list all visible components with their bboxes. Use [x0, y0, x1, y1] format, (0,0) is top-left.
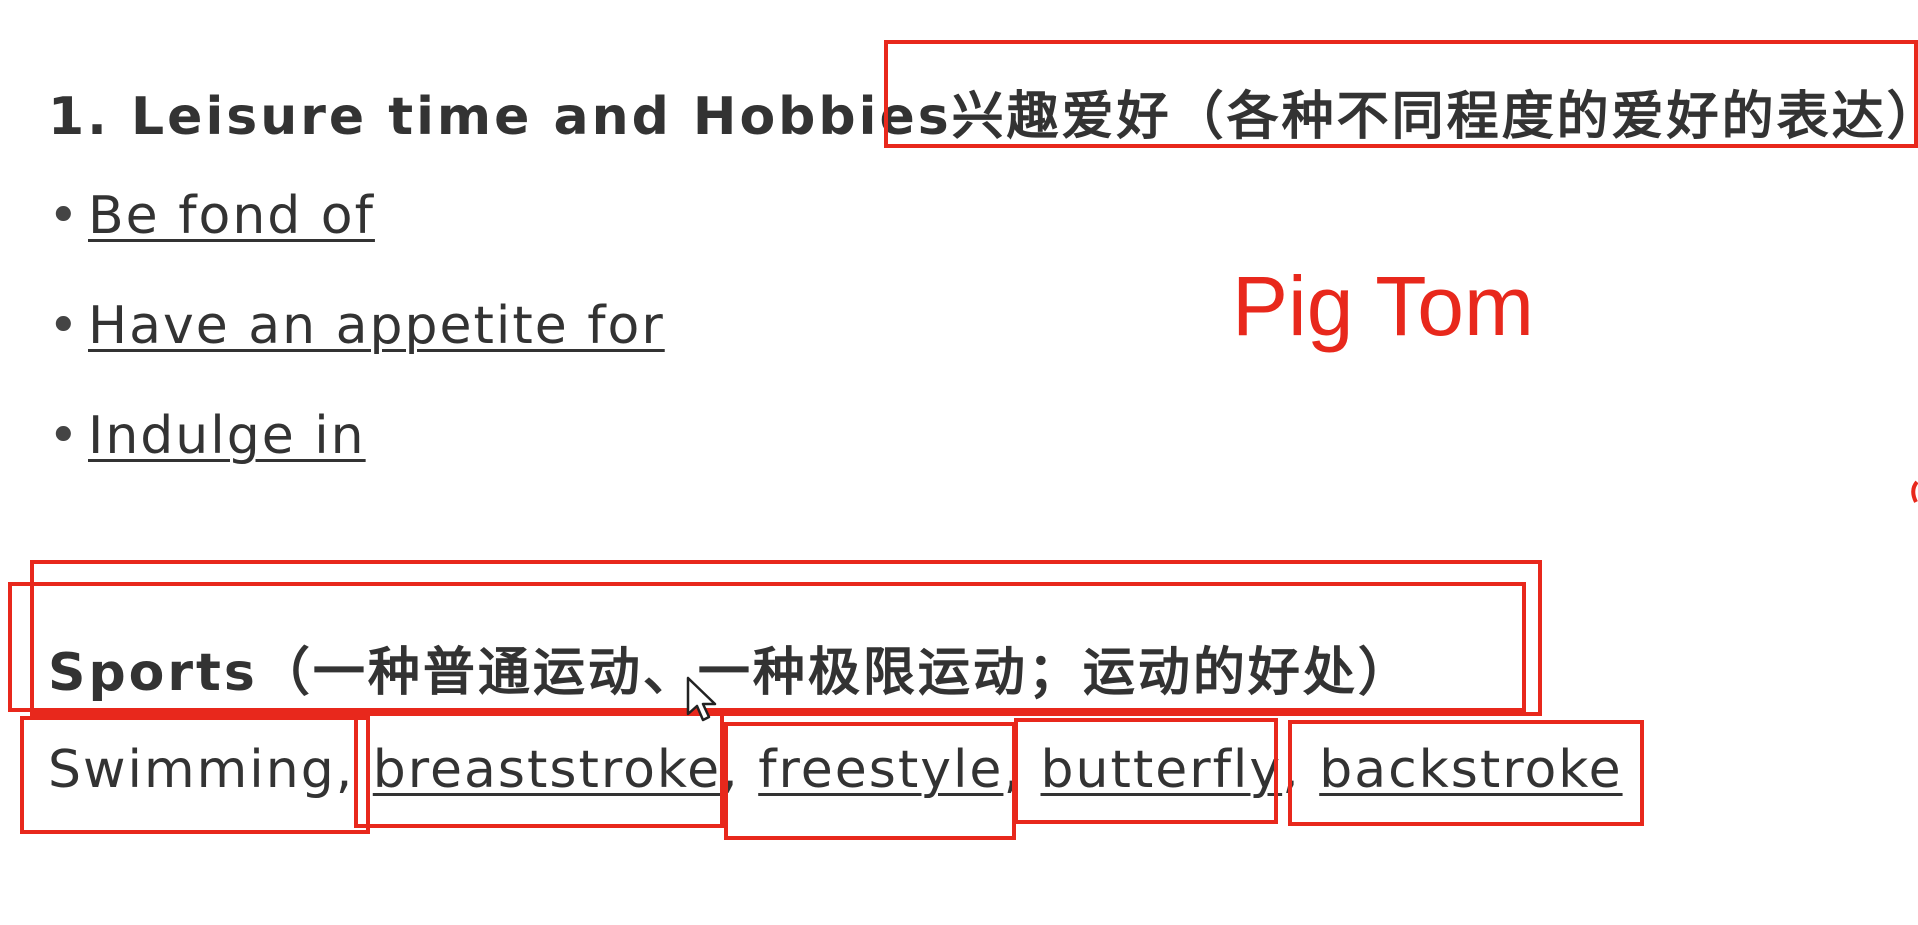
red-mark-icon	[1911, 480, 1918, 503]
bullet-item: • Have an appetite for	[48, 296, 665, 356]
annotation-box-sports-inner	[8, 582, 1526, 712]
annotation-box-backstroke	[1288, 720, 1644, 826]
bullet-symbol: •	[48, 186, 81, 246]
annotation-box-breaststroke	[354, 712, 724, 828]
bullet-item: • Indulge in	[48, 406, 366, 466]
bullet-label: Be fond of	[88, 186, 375, 246]
annotation-box-freestyle	[724, 722, 1016, 840]
watermark-text: Pig Tom	[1232, 259, 1534, 353]
bullet-label: Indulge in	[88, 406, 366, 466]
annotation-box-swimming	[20, 716, 370, 834]
bullet-item: • Be fond of	[48, 186, 375, 246]
annotation-box-heading	[884, 40, 1918, 148]
mouse-pointer-icon	[686, 676, 717, 722]
bullet-symbol: •	[48, 406, 81, 466]
bullet-label: Have an appetite for	[88, 296, 665, 356]
annotation-box-butterfly	[1014, 718, 1278, 824]
bullet-symbol: •	[48, 296, 81, 356]
